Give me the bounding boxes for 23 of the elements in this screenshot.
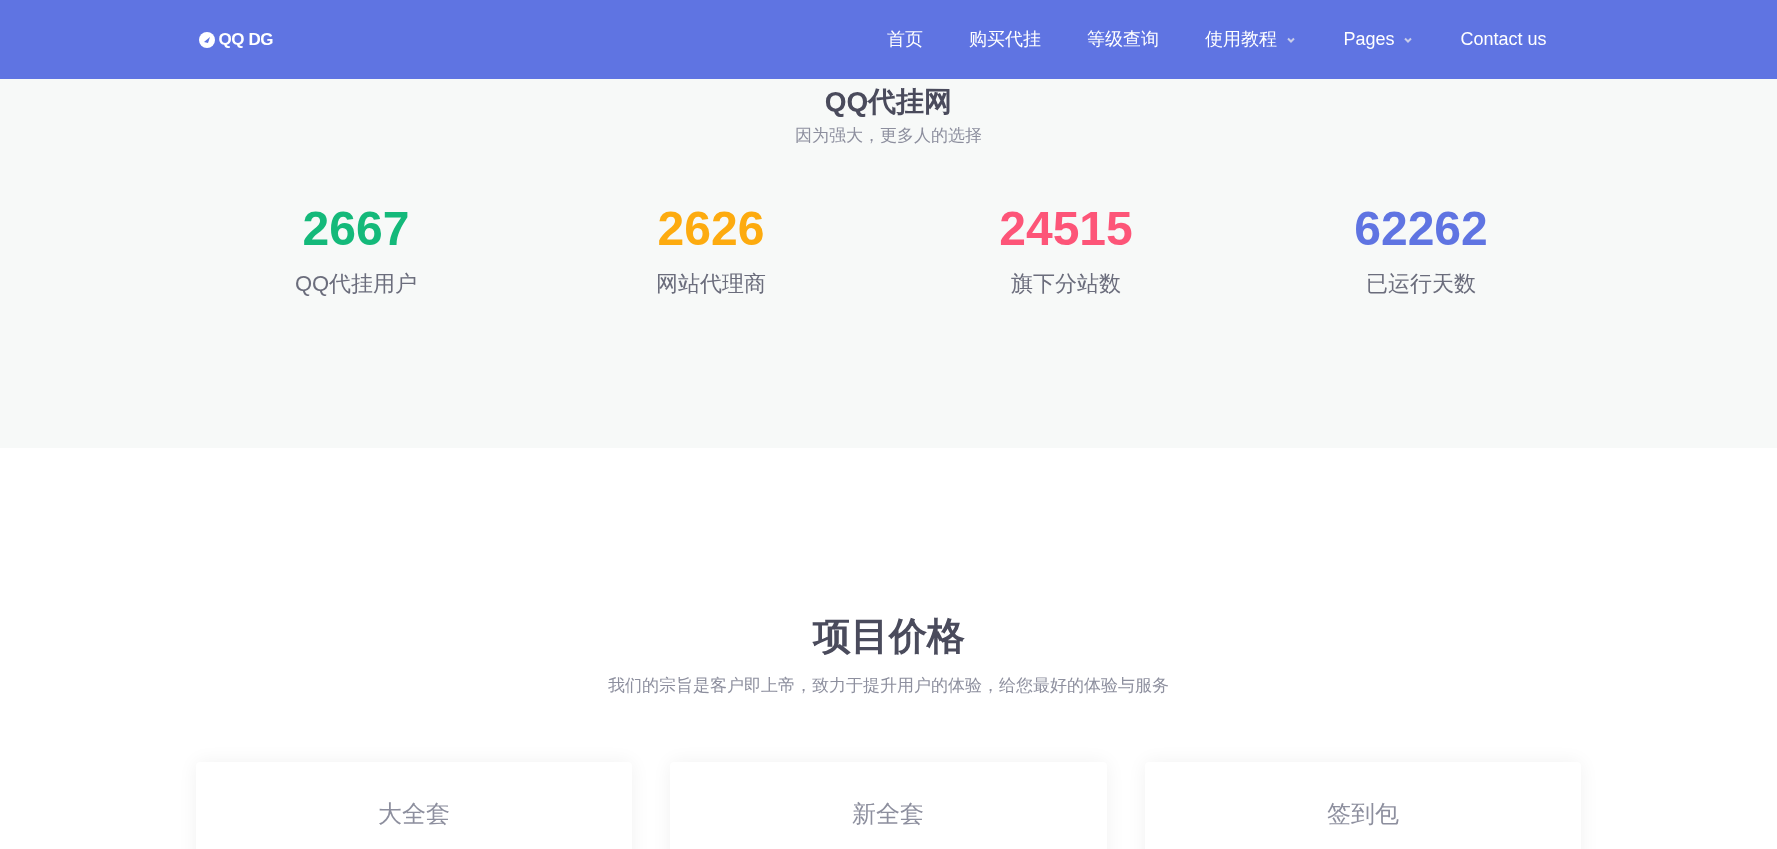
stat-value: 24515 <box>999 200 1133 257</box>
section-title: 项目价格 <box>812 614 965 659</box>
nav-link[interactable]: Contact us <box>1460 26 1547 53</box>
nav-link[interactable]: Pages <box>1343 26 1415 53</box>
stat-value: 62262 <box>1354 200 1488 257</box>
stat-label: QQ代挂用户 <box>294 269 418 298</box>
stat-label: 旗下分站数 <box>1011 269 1121 298</box>
plan-name: 大全套 <box>377 799 450 829</box>
stat-label: 网站代理商 <box>656 269 766 298</box>
nav-link[interactable]: 购买代挂 <box>969 26 1042 53</box>
stat-label: 已运行天数 <box>1366 269 1476 298</box>
nav-link[interactable]: 使用教程 <box>1205 26 1298 53</box>
plan-name: 新全套 <box>852 799 925 829</box>
stat-value: 2626 <box>657 200 765 257</box>
section-subtitle: 我们的宗旨是客户即上帝，致力于提升用户的体验，给您最好的体验与服务 <box>608 674 1169 697</box>
nav-link[interactable]: 等级查询 <box>1087 26 1160 53</box>
logo[interactable]: QQ DG <box>218 26 274 53</box>
nav-link[interactable]: 首页 <box>887 26 924 53</box>
stat-value: 2667 <box>302 200 410 257</box>
plan-name: 签到包 <box>1327 799 1400 829</box>
section-title: QQ代挂网 <box>824 85 953 119</box>
logo-icon <box>198 31 215 48</box>
section-subtitle: 因为强大，更多人的选择 <box>795 125 982 147</box>
